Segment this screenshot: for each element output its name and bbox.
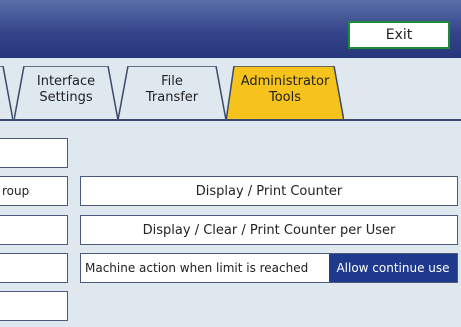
tab-interface-settings[interactable]: Interface Settings: [14, 66, 118, 120]
limit-action-row[interactable]: Machine action when limit is reached All…: [80, 253, 458, 283]
tab-administrator-tools[interactable]: Administrator Tools: [226, 66, 344, 121]
tab-administrator-tools-label: Administrator Tools: [240, 74, 330, 105]
limit-action-label: Machine action when limit is reached: [81, 254, 329, 282]
left-button-5[interactable]: [0, 291, 68, 321]
tab-file-transfer-label: File Transfer: [145, 74, 199, 105]
limit-action-value[interactable]: Allow continue use: [329, 254, 457, 282]
left-button-2[interactable]: roup: [0, 176, 68, 206]
left-button-4[interactable]: [0, 253, 68, 283]
top-bar: Exit: [0, 0, 461, 58]
tab-partial[interactable]: [0, 66, 14, 120]
tab-strip: Interface Settings File Transfer Adminis…: [0, 58, 461, 121]
display-print-counter-button[interactable]: Display / Print Counter: [80, 176, 458, 206]
exit-button[interactable]: Exit: [348, 21, 450, 49]
display-clear-print-counter-per-user-button[interactable]: Display / Clear / Print Counter per User: [80, 215, 458, 245]
tab-interface-settings-label: Interface Settings: [36, 74, 96, 105]
left-button-1[interactable]: [0, 138, 68, 168]
tab-file-transfer[interactable]: File Transfer: [118, 66, 226, 120]
left-button-3[interactable]: [0, 215, 68, 245]
